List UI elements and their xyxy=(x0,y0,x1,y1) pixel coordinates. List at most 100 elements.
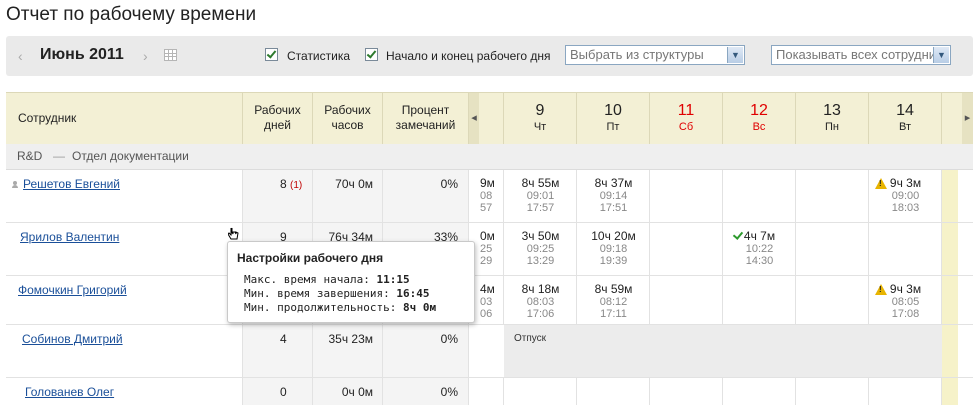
day-header: 9 Чт xyxy=(504,93,577,144)
remarks-percent: 0% xyxy=(440,177,458,191)
day-start: 09:25 xyxy=(526,243,555,255)
table-row: Ярилов Валентин 9 76ч 34м 33% 0м 25 29 3ч 50м 09… xyxy=(6,223,973,276)
structure-select[interactable]: Выбрать из структуры ▼ xyxy=(565,45,745,65)
month-label: Июнь 2011 xyxy=(40,46,124,63)
tooltip-title: Настройки рабочего дня xyxy=(237,251,384,265)
day-entry[interactable]: 3ч 50м 09:25 13:29 xyxy=(504,223,577,275)
cell-days xyxy=(243,170,313,222)
day-cell[interactable] xyxy=(650,276,723,324)
col-remarks[interactable]: Процент замечаний xyxy=(383,93,469,144)
day-cell[interactable] xyxy=(796,276,869,324)
col-employee[interactable]: Сотрудник xyxy=(6,93,243,144)
day-end: 17:57 xyxy=(526,202,555,214)
page-title: Отчет по рабочему времени xyxy=(6,4,257,25)
scroll-right-button[interactable]: ▸ xyxy=(962,93,973,144)
work-days: 0 xyxy=(280,385,287,399)
remarks-percent: 0% xyxy=(440,385,458,399)
day-cell[interactable] xyxy=(796,378,869,405)
day-entry[interactable]: 8ч 18м 08:03 17:06 xyxy=(504,276,577,324)
col-work-hours[interactable]: Рабочих часов xyxy=(313,93,383,144)
day-cell[interactable] xyxy=(723,276,796,324)
col-work-days[interactable]: Рабочих дней xyxy=(243,93,313,144)
calendar-icon[interactable] xyxy=(164,49,177,61)
work-hours: 35ч 23м xyxy=(328,332,373,346)
day-end: 14:30 xyxy=(745,255,774,267)
table-row: Собинов Дмитрий 4 35ч 23м 0% Отпуск xyxy=(6,325,973,378)
partial-day: 9м 08 57 xyxy=(480,176,494,214)
partial-day: 0м 25 29 xyxy=(480,229,494,267)
stats-label: Статистика xyxy=(287,49,351,63)
day-number: 9 xyxy=(535,102,545,119)
cell-days xyxy=(243,378,313,405)
day-end: 19:39 xyxy=(599,255,628,267)
table-header: Сотрудник Рабочих дней Рабочих часов Про… xyxy=(6,92,973,145)
day-entry[interactable]: 8ч 55м 09:01 17:57 xyxy=(504,170,577,222)
day-cell[interactable] xyxy=(650,378,723,405)
day-start: 09:14 xyxy=(599,190,628,202)
day-entry[interactable]: 8ч 37м 09:14 17:51 xyxy=(577,170,650,222)
day-total: 8ч 59м xyxy=(594,282,633,296)
employees-select[interactable]: Показывать всех сотрудников ▼ xyxy=(771,45,951,65)
day-cell[interactable] xyxy=(869,378,942,405)
workday-checkbox[interactable] xyxy=(365,48,378,61)
day-cell[interactable] xyxy=(504,378,577,405)
day-header: 11 Сб xyxy=(650,93,723,144)
day-end: 13:29 xyxy=(526,255,555,267)
tooltip-min-end: Мин. время завершения: 16:45 xyxy=(244,287,430,300)
day-header: 13 Пн xyxy=(796,93,869,144)
day-of-week: Чт xyxy=(533,121,547,133)
day-of-week: Вс xyxy=(752,121,766,133)
workday-label: Начало и конец рабочего дня xyxy=(386,49,551,63)
day-cell[interactable] xyxy=(796,170,869,222)
prev-month-button[interactable]: ‹ xyxy=(18,48,23,64)
day-cell[interactable] xyxy=(650,223,723,275)
employee-link[interactable]: Ярилов Валентин xyxy=(20,230,119,244)
chevron-down-icon: ▼ xyxy=(933,47,949,63)
vacation-block: Отпуск xyxy=(504,325,942,377)
day-entry[interactable]: 10ч 20м 09:18 19:39 xyxy=(577,223,650,275)
employees-select-value: Показывать всех сотрудников xyxy=(776,47,951,62)
day-cell[interactable] xyxy=(577,378,650,405)
day-cell[interactable] xyxy=(723,170,796,222)
table-row: Решетов Евгений 8 (1) 70ч 0м 0% 9м 08 57 8ч 55м… xyxy=(6,170,973,223)
next-month-button[interactable]: › xyxy=(143,48,148,64)
day-of-week: Пт xyxy=(606,121,620,133)
remarks-percent: 0% xyxy=(440,332,458,346)
day-number: 13 xyxy=(823,102,841,119)
partial-day: 4м 03 06 xyxy=(480,282,494,320)
day-cell[interactable] xyxy=(796,223,869,275)
day-start: 09:18 xyxy=(599,243,628,255)
user-icon xyxy=(12,181,18,188)
day-cell[interactable] xyxy=(650,170,723,222)
employee-link[interactable]: Решетов Евгений xyxy=(23,177,120,191)
employee-link[interactable]: Собинов Дмитрий xyxy=(22,332,123,346)
day-cell[interactable] xyxy=(869,223,942,275)
days-mark: (1) xyxy=(290,180,303,191)
day-entry[interactable]: 8ч 59м 08:12 17:11 xyxy=(577,276,650,324)
group-dept: Отдел документации xyxy=(72,149,189,163)
structure-select-value: Выбрать из структуры xyxy=(570,47,704,62)
day-entry[interactable]: 4ч 7м 10:22 14:30 xyxy=(723,223,796,275)
day-end: 18:03 xyxy=(891,202,920,214)
day-of-week: Сб xyxy=(678,121,694,133)
scroll-left-button[interactable]: ◂ xyxy=(469,93,479,144)
day-end: 17:51 xyxy=(599,202,628,214)
stats-checkbox[interactable] xyxy=(265,48,278,61)
day-start: 09:00 xyxy=(891,190,920,202)
employee-link[interactable]: Голованев Олег xyxy=(25,385,114,399)
workday-settings-tooltip: Настройки рабочего дня Макс. время начал… xyxy=(227,241,475,323)
chevron-down-icon: ▼ xyxy=(727,47,743,63)
vacation-label: Отпуск xyxy=(514,333,547,344)
cell-partial xyxy=(469,378,504,405)
day-number: 11 xyxy=(677,102,695,119)
warning-icon xyxy=(875,178,887,189)
work-days: 8 (1) xyxy=(280,177,303,191)
day-cell[interactable] xyxy=(723,378,796,405)
work-hours: 0ч 0м xyxy=(341,385,373,399)
day-end: 17:06 xyxy=(526,308,555,320)
table-row: Фомочкин Григорий 4м 03 06 8ч 18м 08:03 17:06 8… xyxy=(6,276,973,325)
employee-link[interactable]: Фомочкин Григорий xyxy=(18,283,127,297)
report-grid: Сотрудник Рабочих дней Рабочих часов Про… xyxy=(6,92,973,405)
day-start: 10:22 xyxy=(745,243,774,255)
day-total: 8ч 55м xyxy=(521,176,560,190)
